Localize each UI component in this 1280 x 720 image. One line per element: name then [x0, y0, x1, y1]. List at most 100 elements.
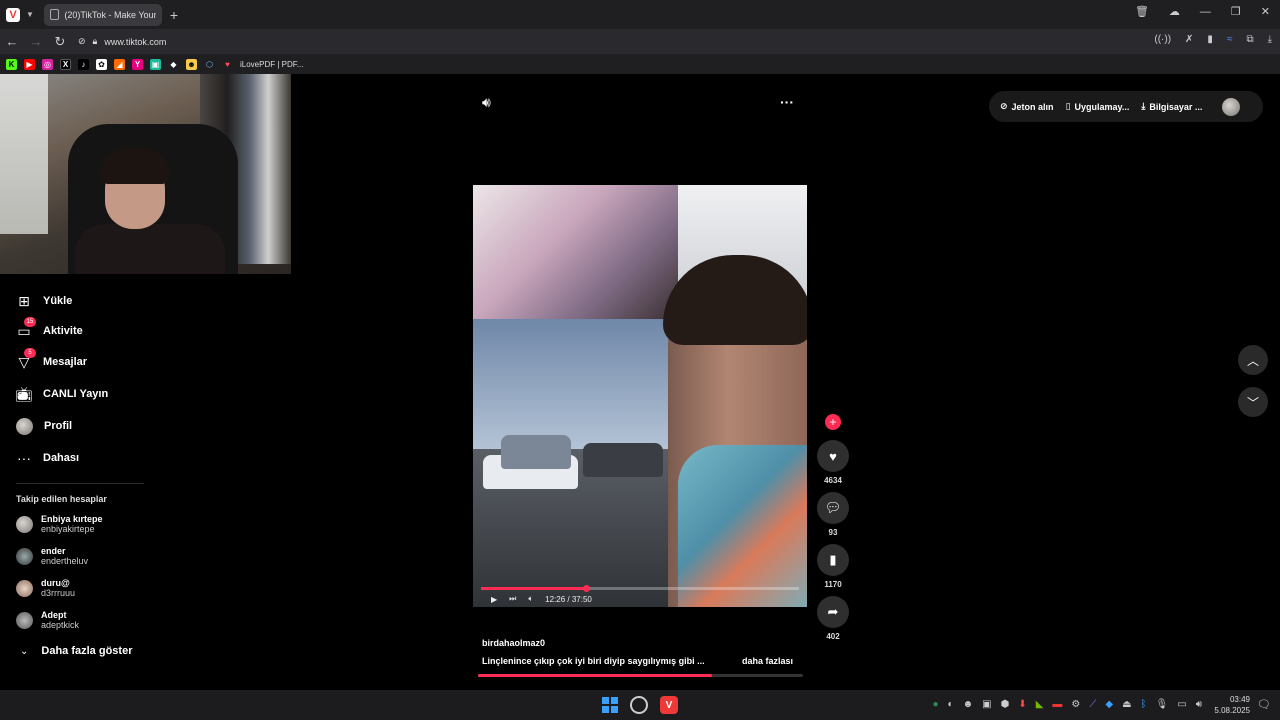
- network-tray-icon[interactable]: ▭: [1177, 699, 1186, 710]
- browser-tab-tiktok[interactable]: (20)TikTok - Make Your Day: [43, 3, 162, 26]
- next-video-button[interactable]: ﹀: [1238, 387, 1268, 417]
- bookmark-green-icon[interactable]: ▣: [150, 58, 161, 70]
- maximize-button[interactable]: ❐: [1231, 5, 1241, 18]
- show-more-button[interactable]: ⌄ Daha fazla göster: [20, 645, 132, 657]
- chatgpt-bookmark-icon[interactable]: ✿: [96, 58, 107, 70]
- next-icon[interactable]: ⏭: [509, 594, 516, 604]
- vivaldi-extension-icon[interactable]: ≈: [1227, 34, 1233, 45]
- bookmark-orange-icon[interactable]: ◢: [114, 58, 125, 70]
- translate-icon[interactable]: ✗: [1185, 34, 1193, 45]
- video-timestamp: 12:26 / 37:50: [545, 594, 592, 604]
- tray-app-icon[interactable]: ●: [933, 699, 939, 710]
- tray-app-icon[interactable]: ◆: [1105, 699, 1113, 710]
- post-author[interactable]: birdahaolmaz0: [482, 638, 545, 648]
- following-account[interactable]: Enbiya kırtepe enbiyakirtepe: [16, 514, 103, 534]
- tiktok-bookmark-icon[interactable]: ♪: [78, 58, 89, 70]
- like-button[interactable]: ♥: [817, 440, 849, 472]
- volume-icon[interactable]: 🔊︎: [482, 94, 491, 111]
- get-app-button[interactable]: ▯ Uygulamay...: [1066, 101, 1130, 112]
- sidebar-item-activity[interactable]: ▭ 15 Aktivite: [16, 317, 83, 342]
- download-icon[interactable]: ⤓: [1268, 34, 1272, 45]
- sidebar-item-messages[interactable]: ▽ 5 Mesajlar: [16, 348, 87, 373]
- webcam-window-light: [0, 74, 48, 234]
- taskbar-apps: V: [602, 696, 678, 714]
- url-field[interactable]: ⊘ 🔒︎ www.tiktok.com: [78, 36, 166, 47]
- coin-icon: ⊘: [1000, 101, 1008, 111]
- following-account[interactable]: ender endertheluv: [16, 546, 88, 566]
- ilovepdf-bookmark-label[interactable]: iLovePDF | PDF...: [240, 60, 303, 69]
- desktop-app-label: Bilgisayar ...: [1149, 101, 1203, 112]
- video-volume-icon[interactable]: 🔈︎: [528, 594, 533, 604]
- site-shield-icon[interactable]: ⊘: [78, 36, 86, 47]
- bluetooth-tray-icon[interactable]: ᛒ: [1141, 699, 1147, 710]
- tray-app-icon[interactable]: ▣: [982, 699, 991, 710]
- obs-app-icon[interactable]: [630, 696, 648, 714]
- get-coins-button[interactable]: ⊘ Jeton alın: [1000, 101, 1054, 112]
- tray-app-icon[interactable]: ⬢: [1001, 699, 1010, 710]
- more-options-icon[interactable]: ···: [780, 94, 794, 110]
- sidebar-item-profile[interactable]: Profil: [16, 415, 72, 437]
- sync-cloud-icon[interactable]: ☁: [1169, 5, 1180, 18]
- sidebar-divider: [16, 483, 144, 484]
- following-account[interactable]: duru@ d3rrruuu: [16, 578, 75, 598]
- bookmark-icon[interactable]: ▮: [1207, 34, 1213, 45]
- comment-button[interactable]: 💬︎: [817, 492, 849, 524]
- video-progress-knob[interactable]: [582, 585, 590, 592]
- usb-tray-icon[interactable]: ⏏: [1122, 699, 1131, 710]
- chevron-up-icon: ︿: [1246, 353, 1259, 368]
- steam-tray-icon[interactable]: ⚙: [1071, 699, 1080, 710]
- tray-app-icon[interactable]: ⟋: [1089, 699, 1096, 710]
- bookmark-face-icon[interactable]: ☻: [186, 58, 197, 70]
- previous-video-button[interactable]: ︿: [1238, 345, 1268, 375]
- bookmark-y-icon[interactable]: Y: [132, 58, 143, 70]
- bookmark-hex-icon[interactable]: ⬡: [204, 59, 215, 70]
- sidebar-item-live[interactable]: 📺︎ CANLI Yayın: [15, 383, 108, 405]
- tray-app-icon[interactable]: ◐: [948, 699, 954, 710]
- video-player[interactable]: ▶ ⏭ 🔈︎ 12:26 / 37:50: [473, 185, 807, 607]
- tab-menu-chevron-icon[interactable]: ▼: [26, 10, 34, 19]
- instagram-bookmark-icon[interactable]: ◎: [42, 58, 53, 70]
- tray-app-icon[interactable]: ▬: [1052, 699, 1062, 710]
- trash-icon[interactable]: 🗑: [1135, 5, 1149, 18]
- play-icon[interactable]: ▶: [491, 595, 497, 604]
- ilovepdf-bookmark-icon[interactable]: ♥: [222, 59, 233, 70]
- tab-title: (20)TikTok - Make Your Day: [64, 9, 156, 20]
- share-button[interactable]: ➦: [817, 596, 849, 628]
- desktop-app-button[interactable]: ⤓ Bilgisayar ...: [1141, 101, 1202, 112]
- share-icon: ➦: [827, 604, 839, 619]
- forward-button[interactable]: →: [24, 34, 48, 49]
- cast-icon[interactable]: ((·)): [1154, 34, 1171, 45]
- lock-icon[interactable]: 🔒︎: [93, 36, 98, 47]
- nvidia-tray-icon[interactable]: ◣: [1036, 699, 1044, 710]
- vivaldi-menu-icon[interactable]: V: [6, 7, 20, 22]
- taskbar-clock[interactable]: 03:49 5.08.2025: [1214, 694, 1250, 716]
- phone-icon: ▯: [1065, 101, 1071, 111]
- microphone-tray-icon[interactable]: 🎙︎: [1156, 699, 1169, 710]
- tray-app-icon[interactable]: ☻: [963, 699, 974, 710]
- user-avatar[interactable]: [1222, 97, 1241, 116]
- kick-bookmark-icon[interactable]: K: [6, 58, 17, 70]
- caption-more-link[interactable]: daha fazlası: [742, 656, 793, 666]
- vivaldi-app-icon[interactable]: V: [660, 696, 678, 714]
- youtube-bookmark-icon[interactable]: ▶: [24, 58, 35, 70]
- extensions-icon[interactable]: ⧉: [1246, 34, 1253, 45]
- sidebar-item-upload[interactable]: ⊞ Yükle: [16, 290, 72, 312]
- windows-start-icon[interactable]: [602, 697, 618, 713]
- x-bookmark-icon[interactable]: X: [60, 58, 71, 70]
- notification-icon[interactable]: 🗨︎: [1257, 698, 1271, 711]
- minimize-button[interactable]: —: [1200, 6, 1211, 18]
- close-window-button[interactable]: ✕: [1261, 5, 1270, 18]
- volume-tray-icon[interactable]: 🔊︎: [1196, 699, 1202, 710]
- video-progress-bar[interactable]: [481, 585, 799, 592]
- follow-plus-button[interactable]: +: [825, 414, 841, 430]
- new-tab-button[interactable]: +: [170, 7, 178, 23]
- following-account[interactable]: Adept adeptkick: [16, 610, 79, 630]
- reload-button[interactable]: ↻: [48, 34, 72, 50]
- bookmark-diamond-icon[interactable]: ◆: [168, 59, 179, 70]
- back-button[interactable]: ←: [0, 34, 24, 49]
- tray-app-icon[interactable]: ⬇: [1018, 699, 1026, 710]
- save-button[interactable]: ▮: [817, 544, 849, 576]
- sidebar-item-more[interactable]: ··· Dahası: [16, 447, 79, 469]
- get-coins-label: Jeton alın: [1011, 101, 1054, 112]
- like-count: 4634: [824, 476, 842, 485]
